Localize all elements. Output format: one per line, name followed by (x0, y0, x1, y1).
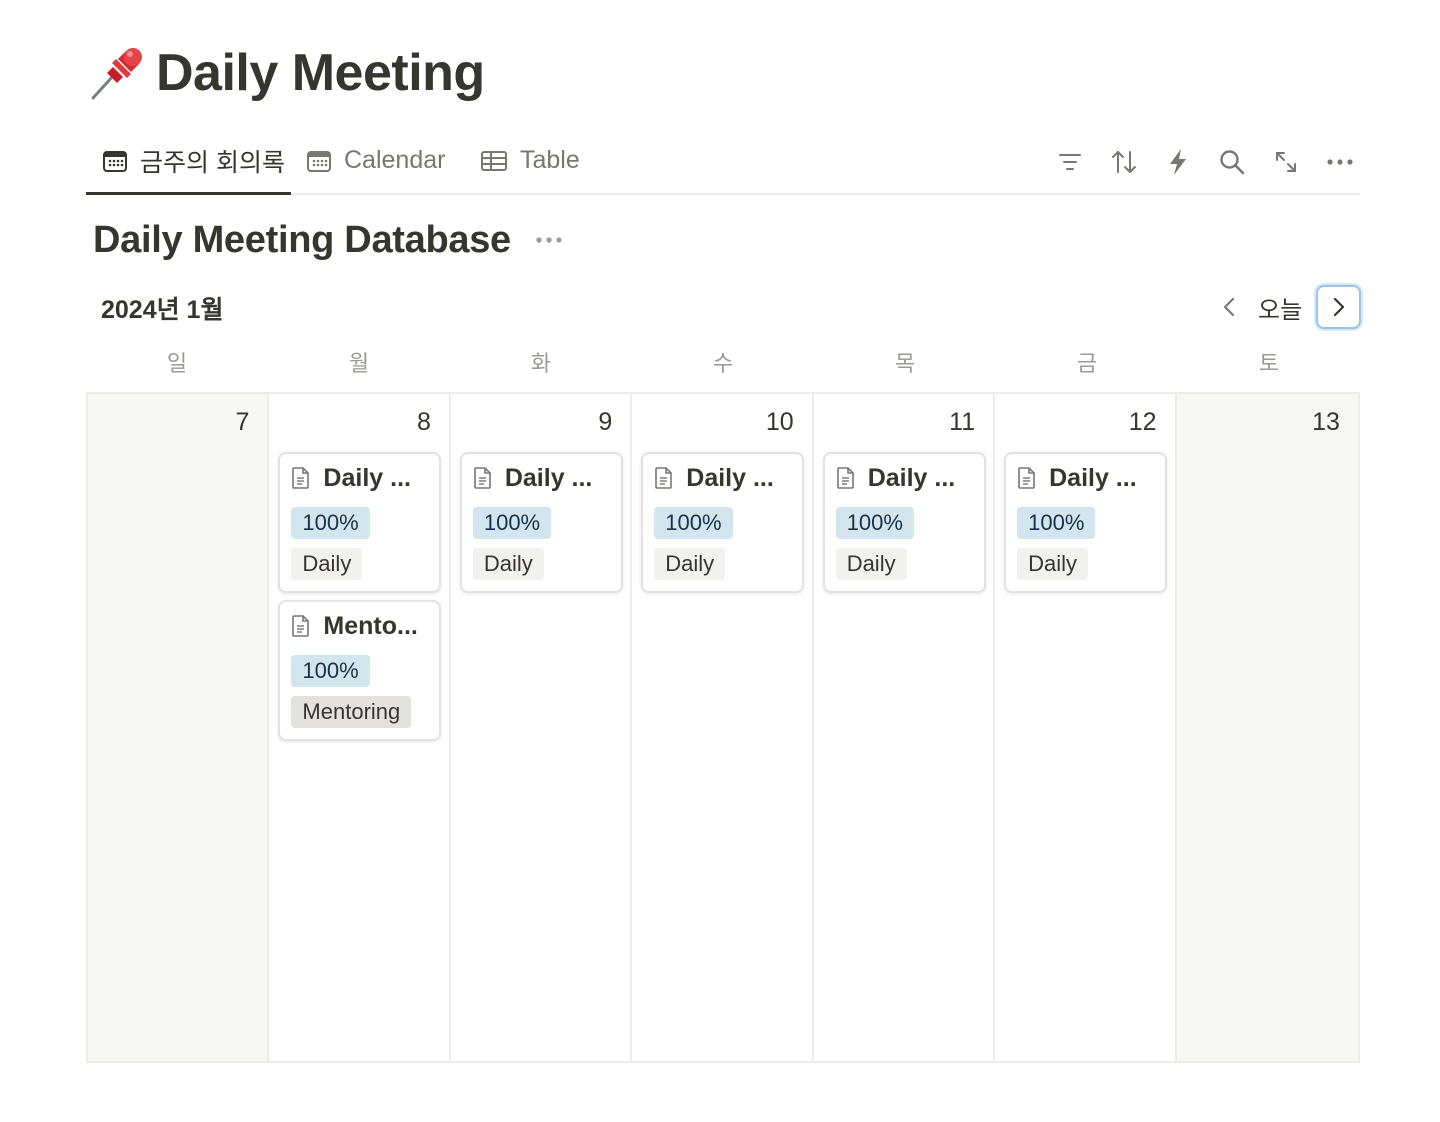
view-toolbar (1036, 142, 1360, 182)
page-icon (291, 466, 313, 490)
event-title: Daily ... (686, 463, 774, 492)
event-card[interactable]: Mento... 100% Mentoring (278, 600, 442, 741)
page-icon (654, 466, 676, 490)
sort-icon[interactable] (1104, 142, 1144, 182)
progress-badge: 100% (472, 507, 552, 539)
progress-badge: 100% (654, 507, 733, 539)
filter-icon[interactable] (1050, 142, 1090, 182)
weekday-label: 월 (348, 351, 370, 376)
tab-label: 금주의 회의록 (140, 148, 285, 177)
database-header: Daily Meeting Database (93, 214, 565, 266)
day-number: 10 (765, 408, 794, 436)
calendar-day-cell[interactable]: 12 Daily ... 100% Daily (995, 394, 1177, 1061)
progress-badge: 100% (1017, 507, 1096, 539)
category-tag: Daily (472, 548, 544, 580)
page-header: Daily Meeting (86, 36, 485, 110)
tab-table[interactable]: Table (480, 128, 580, 193)
event-title: Daily ... (504, 463, 593, 492)
database-title[interactable]: Daily Meeting Database (93, 219, 511, 262)
weekday-label: 목 (894, 351, 916, 376)
today-button[interactable]: 오늘 (1258, 290, 1302, 324)
calendar-icon (102, 149, 128, 173)
day-number: 12 (1128, 408, 1157, 436)
view-tabs-bar: 금주의 회의록 Calendar Table (86, 128, 1360, 195)
active-tab-indicator (86, 192, 291, 195)
category-tag: Daily (1017, 548, 1089, 580)
category-tag: Daily (291, 548, 363, 580)
page-icon (1017, 466, 1039, 490)
weekday-label: 토 (1258, 351, 1280, 376)
progress-badge: 100% (291, 655, 370, 687)
category-tag: Daily (654, 548, 726, 580)
search-icon[interactable] (1212, 142, 1252, 182)
chevron-left-icon[interactable] (1212, 290, 1246, 324)
weekday-label: 화 (530, 351, 552, 376)
page-title: Daily Meeting (156, 44, 485, 102)
day-number: 7 (235, 408, 250, 436)
weekday-label: 금 (1076, 351, 1098, 376)
table-icon (480, 149, 508, 173)
weekday-header: 일 월 화 수 목 금 토 (86, 345, 1360, 383)
category-tag: Daily (835, 548, 907, 580)
next-month-button[interactable] (1316, 285, 1361, 329)
more-icon[interactable] (1320, 142, 1360, 182)
month-label: 2024년 1월 (101, 296, 224, 324)
weekday-label: 수 (712, 351, 734, 376)
event-title: Mento... (323, 611, 418, 640)
event-card[interactable]: Daily ... 100% Daily (641, 452, 805, 593)
progress-badge: 100% (835, 507, 914, 539)
expand-icon[interactable] (1266, 142, 1306, 182)
event-title: Daily ... (867, 463, 956, 492)
day-number: 11 (949, 408, 976, 436)
tab-calendar[interactable]: Calendar (306, 128, 445, 193)
page-icon (291, 614, 313, 638)
weekday-label: 일 (166, 351, 188, 376)
page-icon (473, 466, 495, 490)
event-card[interactable]: Daily ... 100% Daily (459, 452, 623, 593)
day-number: 9 (598, 408, 613, 436)
page-icon (836, 466, 858, 490)
calendar-day-cell[interactable]: 10 Daily ... 100% Daily (632, 394, 814, 1061)
tab-label: Table (520, 146, 580, 174)
more-icon[interactable] (533, 224, 565, 256)
calendar-icon (306, 149, 332, 173)
tab-label: Calendar (344, 146, 446, 174)
automation-icon[interactable] (1158, 142, 1198, 182)
calendar-day-cell[interactable]: 11 Daily ... 100% Daily (814, 394, 996, 1061)
calendar-day-cell[interactable]: 7 (88, 394, 270, 1061)
progress-badge: 100% (291, 507, 370, 539)
calendar-day-cell[interactable]: 9 Daily ... 100% Daily (451, 394, 633, 1061)
tab-this-week-minutes[interactable]: 금주의 회의록 (102, 128, 285, 193)
event-card[interactable]: Daily ... 100% Daily (1004, 452, 1168, 593)
pushpin-icon[interactable] (86, 42, 148, 104)
day-number: 8 (416, 408, 431, 436)
day-number: 13 (1312, 408, 1340, 436)
event-title: Daily ... (1049, 463, 1137, 492)
event-card[interactable]: Daily ... 100% Daily (822, 452, 986, 593)
calendar-week-grid: 7 8 Daily ... 100% Daily Mento... 100% M… (86, 392, 1360, 1063)
calendar-day-cell[interactable]: 8 Daily ... 100% Daily Mento... 100% Men… (269, 394, 451, 1061)
event-card[interactable]: Daily ... 100% Daily (278, 452, 442, 593)
calendar-day-cell[interactable]: 13 (1176, 394, 1358, 1061)
event-title: Daily ... (323, 463, 411, 492)
chevron-right-icon (1332, 296, 1346, 318)
category-tag: Mentoring (291, 696, 412, 728)
